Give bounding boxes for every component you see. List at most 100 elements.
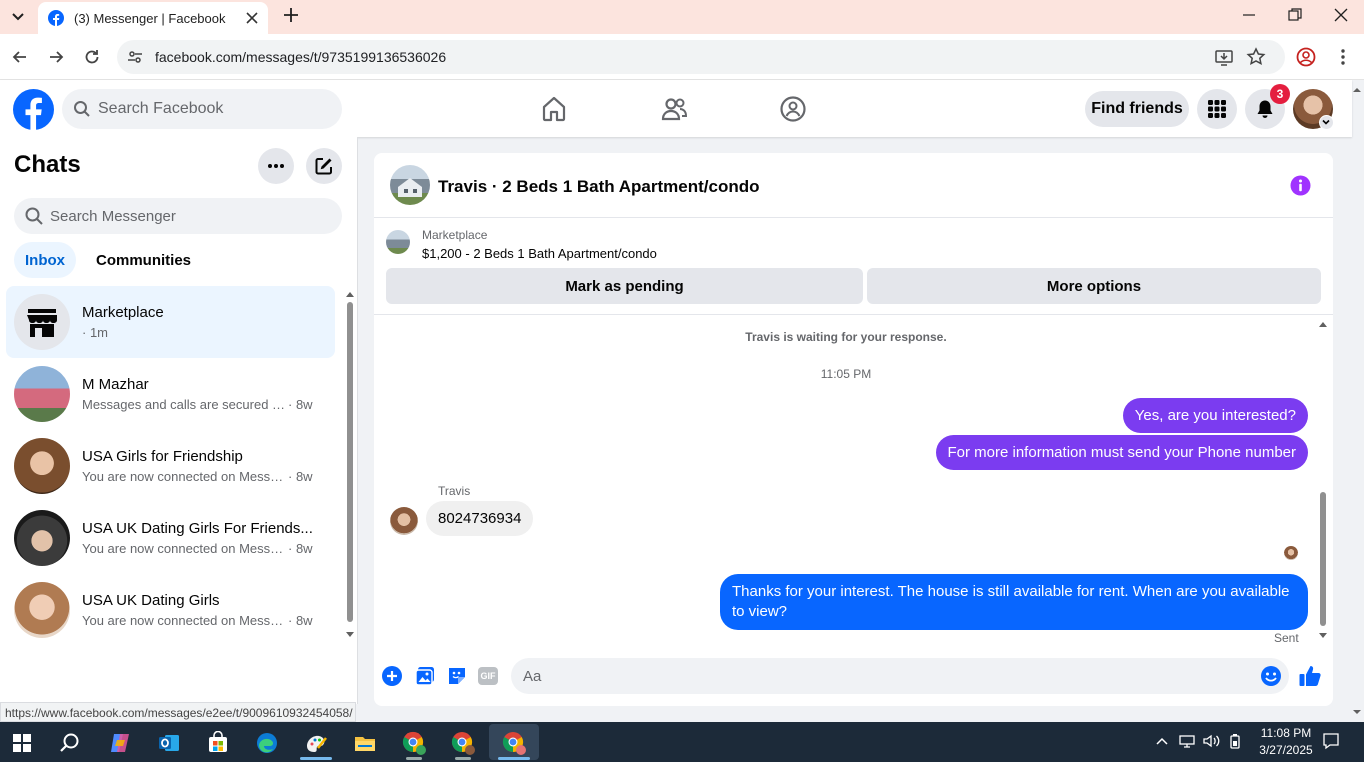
minimize-window-icon[interactable] xyxy=(1240,6,1258,24)
install-app-icon[interactable] xyxy=(1214,47,1234,67)
more-actions-plus-icon[interactable] xyxy=(381,665,403,687)
chat-options-button[interactable] xyxy=(258,148,294,184)
sender-avatar[interactable] xyxy=(390,507,418,535)
close-window-icon[interactable] xyxy=(1332,6,1350,24)
chats-scroll-up-arrow[interactable] xyxy=(345,290,355,298)
mark-as-pending-button[interactable]: Mark as pending xyxy=(386,268,863,304)
paint-app-icon[interactable] xyxy=(298,727,334,759)
chrome-profile-1-icon[interactable] xyxy=(396,727,432,759)
new-message-button[interactable] xyxy=(306,148,342,184)
message-bubble: Thanks for your interest. The house is s… xyxy=(720,574,1308,630)
gif-button[interactable]: GIF xyxy=(478,667,498,685)
conversation-title[interactable]: Travis · 2 Beds 1 Bath Apartment/condo xyxy=(438,177,760,197)
more-options-button[interactable]: More options xyxy=(867,268,1321,304)
site-settings-icon[interactable] xyxy=(126,48,144,66)
copilot-icon[interactable] xyxy=(102,727,138,759)
windows-start-icon[interactable] xyxy=(4,727,40,759)
chat-item-snippet: Messages and calls are secured wit... xyxy=(82,397,288,412)
compose-icon xyxy=(315,158,332,175)
find-friends-button[interactable]: Find friends xyxy=(1085,91,1189,127)
sender-label: Travis xyxy=(438,484,471,498)
chat-item-usa-uk-dating-girls[interactable]: USA UK Dating Girls You are now connecte… xyxy=(6,575,335,645)
messenger-search-input[interactable]: Search Messenger xyxy=(14,198,342,234)
chats-scrollbar[interactable] xyxy=(347,302,353,622)
restore-window-icon[interactable] xyxy=(1286,6,1304,24)
chat-avatar xyxy=(14,510,70,566)
bookmark-star-icon[interactable] xyxy=(1246,47,1266,67)
chat-item-name: Marketplace xyxy=(82,304,164,321)
messages-scroll-up-arrow[interactable] xyxy=(1318,320,1328,328)
tab-title: (3) Messenger | Facebook xyxy=(74,10,226,26)
listing-title[interactable]: $1,200 - 2 Beds 1 Bath Apartment/condo xyxy=(422,246,657,261)
outgoing-message-2[interactable]: For more information must send your Phon… xyxy=(935,435,1308,470)
reload-icon[interactable] xyxy=(82,47,102,67)
browser-menu-icon[interactable] xyxy=(1333,47,1353,67)
emoji-icon[interactable] xyxy=(1260,665,1282,687)
battery-icon[interactable] xyxy=(1228,733,1242,749)
notification-center-icon[interactable] xyxy=(1322,732,1340,750)
chat-item-name: M Mazhar xyxy=(82,376,149,393)
outgoing-message-1[interactable]: Yes, are you interested? xyxy=(1122,398,1308,433)
tab-list-chevron-icon[interactable] xyxy=(8,6,28,26)
edge-icon[interactable] xyxy=(249,727,285,759)
browser-tab-messenger[interactable]: (3) Messenger | Facebook xyxy=(38,2,268,34)
messages-scroll-down-arrow[interactable] xyxy=(1318,632,1328,640)
conversation-avatar[interactable] xyxy=(390,165,430,205)
new-tab-icon[interactable] xyxy=(281,5,301,25)
chat-item-m-mazhar[interactable]: M Mazhar Messages and calls are secured … xyxy=(6,359,335,429)
groups-nav-icon[interactable] xyxy=(779,95,807,123)
page-scroll-down-arrow[interactable] xyxy=(1352,707,1362,717)
link-status-bar: https://www.facebook.com/messages/e2ee/t… xyxy=(0,702,356,722)
chat-item-usa-uk-dating-girls-for-friends[interactable]: USA UK Dating Girls For Friends... You a… xyxy=(6,503,335,573)
network-icon[interactable] xyxy=(1179,734,1195,748)
home-nav-icon[interactable] xyxy=(540,95,568,123)
file-explorer-icon[interactable] xyxy=(347,727,383,759)
page-scroll-up-arrow[interactable] xyxy=(1352,85,1362,95)
listing-thumbnail[interactable] xyxy=(386,230,410,254)
bell-icon xyxy=(1257,100,1273,118)
chrome-profile-3-icon[interactable] xyxy=(496,727,532,759)
messages-scrollbar[interactable] xyxy=(1320,492,1326,626)
microsoft-store-icon[interactable] xyxy=(200,727,236,759)
chat-item-marketplace[interactable]: Marketplace · 1m xyxy=(6,286,335,358)
outgoing-message-3[interactable]: Thanks for your interest. The house is s… xyxy=(720,574,1308,630)
chats-title: Chats xyxy=(14,151,81,178)
delivery-status: Sent xyxy=(1274,631,1299,645)
chats-scroll-down-arrow[interactable] xyxy=(345,631,355,639)
grid-icon xyxy=(1208,100,1226,118)
chrome-profile-2-icon[interactable] xyxy=(445,727,481,759)
attach-photo-icon[interactable] xyxy=(414,665,436,687)
friends-nav-icon[interactable] xyxy=(660,95,688,123)
menu-grid-button[interactable] xyxy=(1197,89,1237,129)
facebook-logo-icon[interactable] xyxy=(13,89,54,130)
store-icon xyxy=(27,309,57,337)
message-bubble: For more information must send your Phon… xyxy=(935,435,1308,470)
outlook-icon[interactable] xyxy=(151,727,187,759)
forward-icon[interactable] xyxy=(46,47,66,67)
chat-item-usa-girls-for-friendship[interactable]: USA Girls for Friendship You are now con… xyxy=(6,431,335,501)
windows-search-icon[interactable] xyxy=(52,727,88,759)
tray-overflow-chevron-icon[interactable] xyxy=(1155,734,1169,748)
conversation-info-icon[interactable] xyxy=(1290,175,1311,196)
message-input[interactable]: Aa xyxy=(511,658,1289,694)
address-bar[interactable]: facebook.com/messages/t/9735199136536026 xyxy=(117,40,1285,74)
facebook-search-input[interactable]: Search Facebook xyxy=(62,89,342,129)
like-thumbs-up-icon[interactable] xyxy=(1298,664,1322,688)
profile-icon[interactable] xyxy=(1296,47,1316,67)
tab-communities[interactable]: Communities xyxy=(96,252,191,269)
taskbar-clock[interactable]: 11:08 PM 3/27/2025 xyxy=(1254,725,1318,759)
chrome-2-running-indicator xyxy=(455,757,471,760)
chat-item-time: · 8w xyxy=(288,541,313,556)
search-placeholder: Search Facebook xyxy=(98,100,224,117)
volume-icon[interactable] xyxy=(1202,733,1220,749)
account-chevron-icon[interactable] xyxy=(1319,115,1334,130)
close-tab-icon[interactable] xyxy=(246,12,258,24)
back-icon[interactable] xyxy=(10,47,30,67)
sticker-icon[interactable] xyxy=(446,665,468,687)
read-receipt-avatar xyxy=(1284,546,1298,560)
message-bubble: 8024736934 xyxy=(426,501,534,536)
search-icon xyxy=(73,100,91,118)
incoming-message[interactable]: 8024736934 xyxy=(426,501,534,536)
paint-active-indicator xyxy=(300,757,332,760)
tab-inbox[interactable]: Inbox xyxy=(14,242,76,278)
